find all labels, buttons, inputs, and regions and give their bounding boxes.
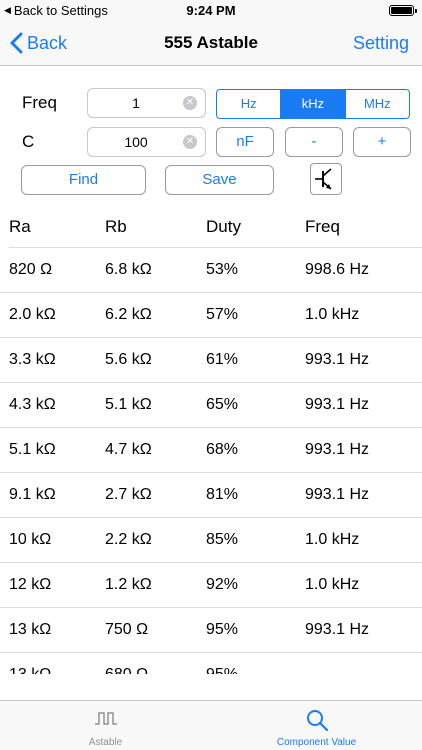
results-table: Ra Rb Duty Freq 820 Ω 6.8 kΩ 53% 998.6 H…: [0, 206, 422, 674]
cell-duty: 81%: [206, 486, 239, 503]
minus-button[interactable]: -: [285, 127, 343, 157]
capacitance-input[interactable]: [88, 128, 178, 156]
cell-rb: 2.2 kΩ: [105, 531, 152, 548]
header-freq: Freq: [305, 217, 340, 236]
tab-bar: Astable Component Value: [0, 700, 422, 750]
cell-rb: 6.8 kΩ: [105, 261, 152, 278]
status-bar: ◀ Back to Settings 9:24 PM: [0, 0, 422, 22]
tab-component-value-label: Component Value: [276, 737, 357, 748]
cell-ra: 820 Ω: [9, 261, 53, 278]
header-duty: Duty: [206, 217, 241, 236]
cell-duty: 61%: [206, 351, 239, 368]
tab-astable-label: Astable: [88, 737, 123, 748]
table-header: Ra Rb Duty Freq: [0, 206, 422, 248]
table-row[interactable]: 10 kΩ 2.2 kΩ 85% 1.0 kHz: [0, 518, 422, 563]
cell-ra: 4.3 kΩ: [9, 396, 56, 413]
cell-freq: 998.6 Hz: [305, 261, 370, 278]
cell-freq: 1.0 kHz: [305, 531, 360, 548]
cell-freq: 1.0 kHz: [305, 306, 360, 323]
freq-input[interactable]: [88, 89, 178, 117]
cell-duty: 68%: [206, 441, 239, 458]
table-row[interactable]: 3.3 kΩ 5.6 kΩ 61% 993.1 Hz: [0, 338, 422, 383]
find-button[interactable]: Find: [21, 165, 146, 195]
header-ra: Ra: [9, 217, 31, 236]
navigation-bar: Back 555 Astable Setting: [0, 22, 422, 66]
cell-rb: 750 Ω: [105, 621, 149, 638]
battery-icon: [389, 5, 417, 16]
cell-duty: 92%: [206, 576, 239, 593]
square-wave-icon: [94, 712, 117, 725]
cell-duty: 85%: [206, 531, 239, 548]
header-rb: Rb: [105, 217, 127, 236]
freq-label: Freq: [22, 93, 57, 112]
unit-khz-segment[interactable]: kHz: [281, 90, 346, 118]
save-button[interactable]: Save: [165, 165, 274, 195]
cell-ra: 2.0 kΩ: [9, 306, 56, 323]
table-row[interactable]: 12 kΩ 1.2 kΩ 92% 1.0 kHz: [0, 563, 422, 608]
cell-duty: 53%: [206, 261, 239, 278]
plus-button[interactable]: +: [353, 127, 411, 157]
table-row[interactable]: 4.3 kΩ 5.1 kΩ 65% 993.1 Hz: [0, 383, 422, 428]
cell-freq: 993.1 Hz: [305, 396, 370, 413]
freq-clear-icon[interactable]: ✕: [183, 96, 197, 110]
table-row[interactable]: 13 kΩ 750 Ω 95% 993.1 Hz: [0, 608, 422, 653]
cell-ra: 13 kΩ: [9, 621, 52, 638]
table-row[interactable]: 2.0 kΩ 6.2 kΩ 57% 1.0 kHz: [0, 293, 422, 338]
cell-freq: 1.0 kHz: [305, 576, 360, 593]
tab-astable[interactable]: Astable: [0, 701, 211, 750]
cell-ra: 9.1 kΩ: [9, 486, 56, 503]
cell-duty: 57%: [206, 306, 239, 323]
freq-field: ✕: [87, 88, 206, 118]
capacitance-clear-icon[interactable]: ✕: [183, 135, 197, 149]
cell-ra: 12 kΩ: [9, 576, 52, 593]
transistor-button[interactable]: [310, 163, 342, 195]
cell-freq: 993.1 Hz: [305, 441, 370, 458]
cell-freq: 993.1 Hz: [305, 621, 370, 638]
input-form: Freq ✕ Hz kHz MHz C ✕ nF - + Find Save: [0, 66, 422, 206]
freq-unit-selector: Hz kHz MHz: [216, 89, 410, 119]
cell-rb: 4.7 kΩ: [105, 441, 152, 458]
cell-duty: 95%: [206, 621, 239, 638]
cell-duty: 65%: [206, 396, 239, 413]
cell-freq: 993.1 Hz: [305, 351, 370, 368]
cell-freq: 993.1 Hz: [305, 486, 370, 503]
cell-rb: 680 Ω: [105, 666, 148, 674]
capacitance-label: C: [22, 132, 35, 151]
table-row[interactable]: 5.1 kΩ 4.7 kΩ 68% 993.1 Hz: [0, 428, 422, 473]
cell-ra: 3.3 kΩ: [9, 351, 56, 368]
transistor-icon: [315, 168, 332, 190]
tab-component-value[interactable]: Component Value: [211, 701, 422, 750]
table-row[interactable]: 13 kΩ 680 Ω 95%: [0, 653, 422, 674]
status-time: 9:24 PM: [186, 3, 236, 18]
cell-rb: 5.6 kΩ: [105, 351, 152, 368]
cell-rb: 1.2 kΩ: [105, 576, 152, 593]
table-row[interactable]: 9.1 kΩ 2.7 kΩ 81% 993.1 Hz: [0, 473, 422, 518]
cap-unit-button[interactable]: nF: [216, 127, 274, 157]
cell-ra: 10 kΩ: [9, 531, 52, 548]
cell-rb: 6.2 kΩ: [105, 306, 152, 323]
search-icon: [306, 710, 328, 732]
cell-ra: 13 kΩ: [9, 666, 51, 674]
setting-button[interactable]: Setting: [353, 33, 409, 54]
cell-duty: 95%: [206, 666, 238, 674]
cell-rb: 5.1 kΩ: [105, 396, 152, 413]
unit-mhz-segment[interactable]: MHz: [346, 90, 409, 118]
cell-rb: 2.7 kΩ: [105, 486, 152, 503]
capacitance-field: ✕: [87, 127, 206, 157]
unit-hz-segment[interactable]: Hz: [217, 90, 282, 118]
cell-ra: 5.1 kΩ: [9, 441, 56, 458]
table-row[interactable]: 820 Ω 6.8 kΩ 53% 998.6 Hz: [0, 248, 422, 293]
